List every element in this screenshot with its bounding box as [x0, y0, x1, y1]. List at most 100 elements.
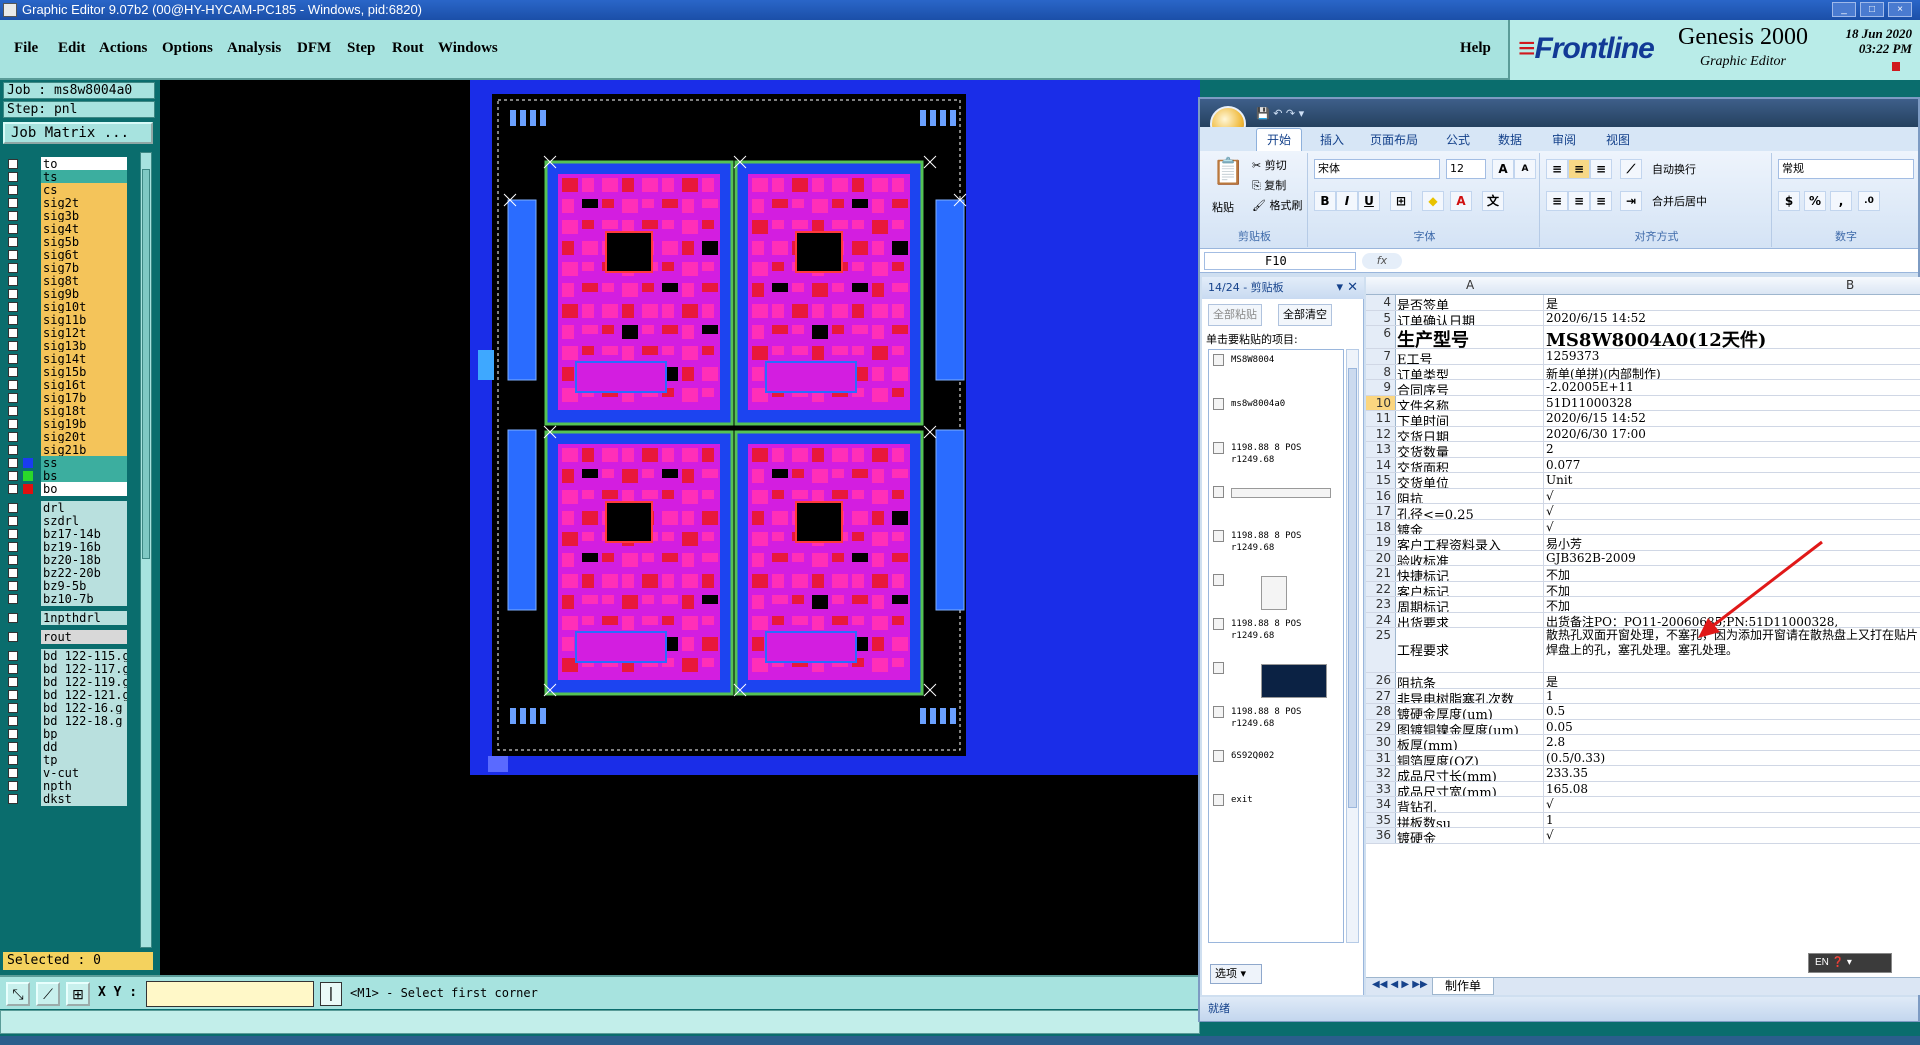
layer-checkbox[interactable]: [8, 484, 18, 494]
cell-a[interactable]: 镀硬金厚度(um): [1396, 704, 1544, 719]
layer-checkbox[interactable]: [8, 755, 18, 765]
layer-checkbox[interactable]: [8, 445, 18, 455]
cell-b[interactable]: 0.05: [1544, 720, 1920, 735]
align-top-button[interactable]: ≡: [1546, 159, 1568, 179]
cell-b[interactable]: 1: [1544, 813, 1920, 828]
row-number[interactable]: 6: [1366, 326, 1396, 348]
layer-checkbox[interactable]: [8, 529, 18, 539]
zoom-window-icon[interactable]: ⤡: [6, 982, 30, 1006]
row-number[interactable]: 31: [1366, 750, 1396, 765]
layer-checkbox[interactable]: [8, 690, 18, 700]
italic-button[interactable]: I: [1336, 191, 1358, 211]
cell-a[interactable]: 快捷标记: [1396, 566, 1544, 581]
paste-icon[interactable]: 📋: [1212, 157, 1244, 187]
cell-b[interactable]: 0.5: [1544, 704, 1920, 719]
layer-checkbox[interactable]: [8, 328, 18, 338]
clipboard-item[interactable]: MS8W8004: [1213, 354, 1337, 366]
merge-center-button[interactable]: 合并后居中: [1652, 193, 1707, 209]
cell-b[interactable]: Unit: [1544, 473, 1920, 488]
layer-checkbox[interactable]: [8, 211, 18, 221]
cell-a[interactable]: 订单类型: [1396, 364, 1544, 379]
cell-b[interactable]: 新单(单拼)(内部制作): [1544, 365, 1920, 380]
cell-a[interactable]: 文件名称: [1396, 395, 1544, 410]
layer-checkbox[interactable]: [8, 354, 18, 364]
tab-page-layout[interactable]: 页面布局: [1370, 131, 1418, 148]
layer-checkbox[interactable]: [8, 198, 18, 208]
cell-a[interactable]: 镀金: [1396, 519, 1544, 534]
fill-color-button[interactable]: ◆: [1422, 191, 1444, 211]
layer-row[interactable]: bo: [3, 481, 139, 497]
layer-checkbox[interactable]: [8, 380, 18, 390]
clipboard-item[interactable]: 6S92Q002: [1213, 750, 1337, 762]
row-number[interactable]: 15: [1366, 473, 1396, 488]
copy-button[interactable]: ⎘ 复制: [1252, 177, 1286, 193]
tab-review[interactable]: 审阅: [1552, 131, 1576, 148]
graphic-canvas[interactable]: [160, 80, 1200, 975]
cell-a[interactable]: 阻抗: [1396, 488, 1544, 503]
layer-checkbox[interactable]: [8, 742, 18, 752]
cell-b[interactable]: 0.077: [1544, 458, 1920, 473]
row-number[interactable]: 20: [1366, 550, 1396, 565]
clipboard-item[interactable]: 1198.88 8 POS r1249.68: [1213, 530, 1337, 554]
row-number[interactable]: 35: [1366, 812, 1396, 827]
row-number[interactable]: 21: [1366, 566, 1396, 581]
cell-b[interactable]: 2020/6/15 14:52: [1544, 311, 1920, 326]
row-number[interactable]: 30: [1366, 735, 1396, 750]
row-number[interactable]: 12: [1366, 426, 1396, 441]
cell-a[interactable]: 铜箔厚度(OZ): [1396, 750, 1544, 765]
layer-checkbox[interactable]: [8, 664, 18, 674]
menu-rout[interactable]: Rout: [392, 40, 424, 57]
tab-data[interactable]: 数据: [1498, 131, 1522, 148]
layer-checkbox[interactable]: [8, 406, 18, 416]
layer-checkbox[interactable]: [8, 237, 18, 247]
column-header-b[interactable]: B: [1846, 278, 1854, 292]
layer-scroll-thumb[interactable]: [142, 169, 150, 559]
layer-row[interactable]: rout: [3, 629, 139, 645]
options-dropdown[interactable]: 选项 ▾: [1210, 964, 1262, 984]
layer-row[interactable]: dkst: [3, 791, 139, 807]
worksheet-grid[interactable]: A B 4 是否签单是 5 订单确认日期 2020/6/15 14:52 6 生产型号 MS8…: [1366, 277, 1920, 995]
row-number[interactable]: 23: [1366, 597, 1396, 612]
layer-checkbox[interactable]: [8, 613, 18, 623]
cell-b[interactable]: 1259373: [1544, 349, 1920, 364]
clipboard-item[interactable]: [1213, 662, 1337, 698]
clipboard-item[interactable]: [1213, 486, 1337, 498]
layer-checkbox[interactable]: [8, 729, 18, 739]
cell-a[interactable]: E工号: [1396, 349, 1544, 364]
cell-a[interactable]: 成品尺寸长(mm): [1396, 766, 1544, 781]
menu-analysis[interactable]: Analysis: [227, 40, 281, 57]
cell-b[interactable]: √: [1544, 489, 1920, 504]
row-number[interactable]: 24: [1366, 612, 1396, 627]
layer-checkbox[interactable]: [8, 432, 18, 442]
layer-checkbox[interactable]: [8, 716, 18, 726]
layer-checkbox[interactable]: [8, 367, 18, 377]
layer-checkbox[interactable]: [8, 224, 18, 234]
align-left-button[interactable]: ≡: [1546, 191, 1568, 211]
menu-step[interactable]: Step: [347, 40, 375, 57]
cell-b[interactable]: √: [1544, 797, 1920, 812]
cursor-mode-button[interactable]: |: [320, 982, 342, 1006]
cell-a[interactable]: 交货日期: [1396, 426, 1544, 441]
cell-b[interactable]: 233.35: [1544, 766, 1920, 781]
cell-b[interactable]: √: [1544, 520, 1920, 535]
cell-a[interactable]: 板厚(mm): [1396, 735, 1544, 750]
tab-formulas[interactable]: 公式: [1446, 131, 1470, 148]
layer-checkbox[interactable]: [8, 555, 18, 565]
orientation-button[interactable]: ⟋: [1620, 159, 1642, 179]
layer-checkbox[interactable]: [8, 632, 18, 642]
menu-actions[interactable]: Actions: [99, 40, 147, 57]
row-number[interactable]: 4: [1366, 295, 1396, 310]
sheet-tab-production[interactable]: 制作单: [1432, 978, 1495, 995]
close-button[interactable]: ×: [1888, 2, 1912, 17]
cell-a[interactable]: 非导电树脂塞孔次数: [1396, 688, 1544, 703]
clipboard-scroll-thumb[interactable]: [1348, 368, 1357, 808]
row-number[interactable]: 13: [1366, 442, 1396, 457]
layer-checkbox[interactable]: [8, 419, 18, 429]
cell-b[interactable]: √: [1544, 828, 1920, 843]
cell-b[interactable]: 1: [1544, 689, 1920, 704]
row-number[interactable]: 14: [1366, 457, 1396, 472]
phonetic-button[interactable]: 文: [1482, 191, 1504, 211]
menu-edit[interactable]: Edit: [58, 40, 86, 57]
layer-name[interactable]: rout: [41, 630, 127, 644]
menu-windows[interactable]: Windows: [438, 40, 498, 57]
